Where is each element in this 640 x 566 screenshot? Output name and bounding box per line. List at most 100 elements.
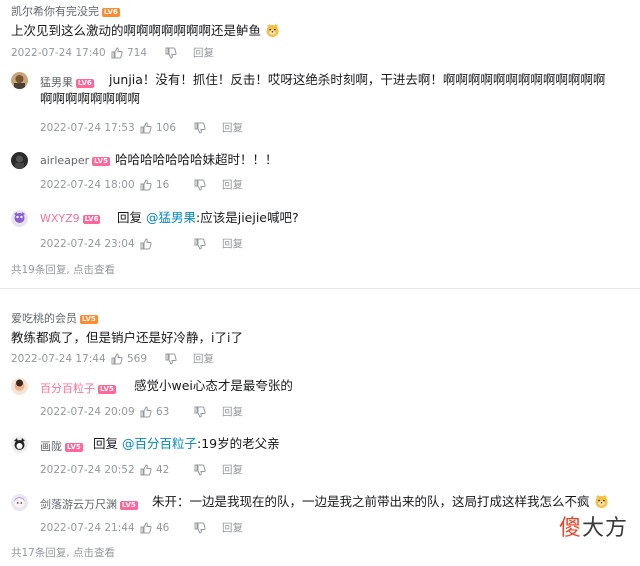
like-button[interactable]: 714 bbox=[111, 47, 165, 59]
comment-username[interactable]: 爱吃桃的会员 LV5 bbox=[11, 310, 98, 326]
like-button[interactable]: 63 bbox=[140, 406, 194, 418]
mention-link[interactable]: @猛男果 bbox=[146, 210, 196, 225]
mention-link[interactable]: @百分百粒子 bbox=[122, 436, 197, 451]
reply-body: 朱开：一边是我现在的队，一边是我之前带出来的队，这局打成这样我怎么不疯 bbox=[152, 494, 590, 509]
reply-button[interactable]: 回复 bbox=[222, 520, 243, 535]
like-count: 46 bbox=[156, 521, 170, 534]
reply-text: 感觉小wei心态才是最夸张的 bbox=[134, 378, 293, 393]
comment-date: 2022-07-24 17:40 bbox=[11, 46, 106, 59]
avatar[interactable] bbox=[11, 494, 28, 511]
level-badge: LV6 bbox=[82, 214, 101, 224]
reply-date: 2022-07-24 20:09 bbox=[40, 405, 135, 418]
like-count: 42 bbox=[156, 463, 170, 476]
reply-button[interactable]: 回复 bbox=[222, 120, 243, 135]
avatar[interactable] bbox=[11, 210, 28, 227]
avatar[interactable] bbox=[11, 152, 28, 169]
avatar[interactable] bbox=[11, 378, 28, 395]
reply-date: 2022-07-24 17:53 bbox=[40, 121, 135, 134]
watermark: 傻大方 bbox=[559, 510, 628, 542]
thumbs-down-icon bbox=[194, 522, 206, 534]
dislike-button[interactable] bbox=[194, 522, 222, 534]
comment-username[interactable]: 凯尔希你有完没完 LV6 bbox=[11, 3, 120, 19]
reply-button[interactable]: 回复 bbox=[222, 236, 243, 251]
thumbs-up-icon bbox=[140, 405, 152, 417]
like-count: 714 bbox=[127, 46, 148, 59]
thumbs-down-icon bbox=[194, 122, 206, 134]
level-badge: LV6 bbox=[76, 78, 94, 88]
level-badge: LV5 bbox=[92, 156, 110, 166]
reply-item: airleaper LV5 哈哈哈哈哈哈哈妹超时！！！ bbox=[11, 152, 636, 172]
reply-prefix: 回复 bbox=[93, 436, 119, 451]
reply-item: 剑落游云万尺渊 LV5 朱开：一边是我现在的队，一边是我之前带出来的队，这局打成这… bbox=[11, 494, 636, 514]
reply-date: 2022-07-24 21:44 bbox=[40, 521, 135, 534]
username-link[interactable]: 百分百粒子 bbox=[40, 382, 95, 395]
username-link[interactable]: 爱吃桃的会员 bbox=[11, 312, 77, 325]
thumbs-down-icon bbox=[165, 47, 177, 59]
username-link[interactable]: airleaper bbox=[40, 154, 89, 167]
comment-meta: 2022-07-24 17:40 714 回复 bbox=[11, 45, 214, 60]
comment-text: 上次见到这么激动的啊啊啊啊啊啊啊还是鲈鱼 bbox=[11, 20, 280, 39]
reply-date: 2022-07-24 18:00 bbox=[40, 178, 135, 191]
reply-button[interactable]: 回复 bbox=[193, 45, 214, 60]
reply-meta: 2022-07-24 23:04 回复 bbox=[40, 236, 243, 251]
thumbs-down-icon bbox=[194, 406, 206, 418]
thumbs-down-icon bbox=[194, 464, 206, 476]
thumbs-up-icon bbox=[111, 352, 123, 364]
dislike-button[interactable] bbox=[194, 179, 222, 191]
reply-username[interactable]: 画陇 LV5 bbox=[40, 438, 83, 454]
like-button[interactable]: 42 bbox=[140, 464, 194, 476]
avatar[interactable] bbox=[11, 72, 28, 89]
thumbs-up-icon bbox=[140, 521, 152, 533]
thumbs-down-icon bbox=[194, 179, 206, 191]
reply-prefix: 回复 bbox=[117, 210, 143, 225]
reply-item: 画陇 LV5 回复 @百分百粒子:19岁的老父亲 bbox=[11, 436, 636, 456]
reply-username[interactable]: 猛男果 LV6 bbox=[40, 74, 94, 90]
username-link[interactable]: WXYZ9 bbox=[40, 212, 80, 225]
dislike-button[interactable] bbox=[194, 238, 222, 250]
reply-date: 2022-07-24 23:04 bbox=[40, 237, 135, 250]
avatar[interactable] bbox=[11, 436, 28, 453]
view-more-replies-link[interactable]: 共17条回复, 点击查看 bbox=[11, 545, 115, 560]
reply-text: 回复 @百分百粒子:19岁的老父亲 bbox=[93, 435, 280, 453]
level-badge: LV5 bbox=[120, 500, 138, 510]
reply-item: WXYZ9 LV6 回复 @猛男果:应该是jiejie喊吧? bbox=[11, 210, 636, 230]
like-button[interactable]: 569 bbox=[111, 353, 165, 365]
username-link[interactable]: 凯尔希你有完没完 bbox=[11, 5, 99, 18]
thumbs-down-icon bbox=[165, 353, 177, 365]
thread-divider bbox=[0, 288, 640, 289]
dislike-button[interactable] bbox=[165, 353, 193, 365]
level-badge: LV6 bbox=[102, 7, 120, 17]
reply-button[interactable]: 回复 bbox=[222, 404, 243, 419]
reply-username[interactable]: WXYZ9 LV6 bbox=[40, 212, 101, 225]
reply-username[interactable]: 百分百粒子 LV5 bbox=[40, 380, 116, 396]
like-button[interactable]: 46 bbox=[140, 522, 194, 534]
like-count: 106 bbox=[156, 121, 177, 134]
level-badge: LV5 bbox=[65, 442, 83, 452]
reply-button[interactable]: 回复 bbox=[222, 177, 243, 192]
like-button[interactable]: 16 bbox=[140, 179, 194, 191]
reply-meta: 2022-07-24 20:52 42 回复 bbox=[40, 462, 243, 477]
reply-meta: 2022-07-24 18:00 16 回复 bbox=[40, 177, 243, 192]
reply-username[interactable]: 剑落游云万尺渊 LV5 bbox=[40, 496, 138, 512]
reply-meta: 2022-07-24 21:44 46 回复 bbox=[40, 520, 243, 535]
username-link[interactable]: 剑落游云万尺渊 bbox=[40, 498, 117, 511]
view-more-replies-link[interactable]: 共19条回复, 点击查看 bbox=[11, 262, 115, 277]
like-button[interactable]: 106 bbox=[140, 122, 194, 134]
like-count: 569 bbox=[127, 352, 148, 365]
watermark-first-char: 傻 bbox=[558, 516, 582, 541]
reply-meta: 2022-07-24 20:09 63 回复 bbox=[40, 404, 243, 419]
dislike-button[interactable] bbox=[194, 406, 222, 418]
reply-text: 哈哈哈哈哈哈哈妹超时！！！ bbox=[115, 152, 278, 167]
level-badge: LV5 bbox=[98, 384, 116, 394]
like-button[interactable] bbox=[140, 237, 194, 250]
reply-button[interactable]: 回复 bbox=[193, 351, 214, 366]
username-link[interactable]: 猛男果 bbox=[40, 76, 73, 89]
dislike-button[interactable] bbox=[165, 47, 193, 59]
reply-date: 2022-07-24 20:52 bbox=[40, 463, 135, 476]
username-link[interactable]: 画陇 bbox=[40, 440, 62, 453]
reply-button[interactable]: 回复 bbox=[222, 462, 243, 477]
reply-username[interactable]: airleaper LV5 bbox=[40, 154, 110, 167]
thumbs-up-icon bbox=[140, 178, 152, 190]
dislike-button[interactable] bbox=[194, 464, 222, 476]
dislike-button[interactable] bbox=[194, 122, 222, 134]
